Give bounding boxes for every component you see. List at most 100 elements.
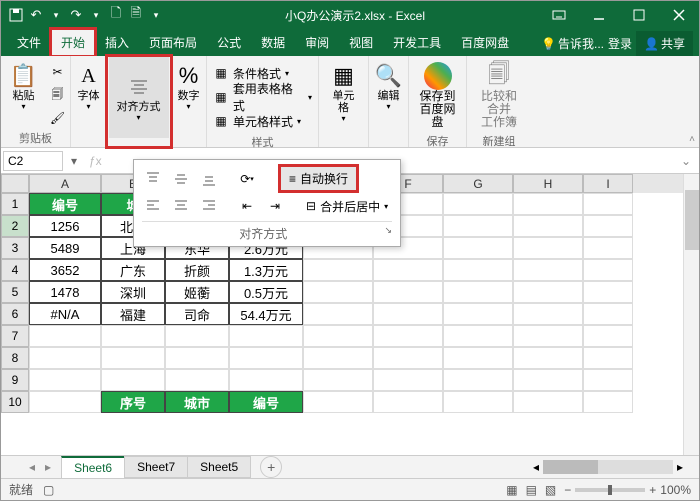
tab-review[interactable]: 审阅 bbox=[295, 29, 339, 56]
col-header[interactable]: I bbox=[583, 174, 633, 193]
cell[interactable] bbox=[373, 325, 443, 347]
cell[interactable] bbox=[29, 391, 101, 413]
cell[interactable] bbox=[583, 347, 633, 369]
cell[interactable] bbox=[165, 369, 229, 391]
cell[interactable]: 1256 bbox=[29, 215, 101, 237]
compare-merge-button[interactable]: 🗐 比较和合并工作簿 bbox=[473, 60, 525, 131]
cell[interactable]: 5489 bbox=[29, 237, 101, 259]
cell[interactable] bbox=[513, 391, 583, 413]
record-macro-icon[interactable]: ▢ bbox=[43, 483, 54, 497]
row-header[interactable]: 3 bbox=[1, 237, 29, 259]
cell[interactable] bbox=[443, 325, 513, 347]
cell[interactable] bbox=[583, 237, 633, 259]
tab-dev[interactable]: 开发工具 bbox=[383, 29, 451, 56]
row-header[interactable]: 6 bbox=[1, 303, 29, 325]
cell[interactable]: 广东 bbox=[101, 259, 165, 281]
merge-center-button[interactable]: ⊟合并后居中▾ bbox=[302, 196, 392, 217]
cell[interactable] bbox=[29, 347, 101, 369]
row-header[interactable]: 10 bbox=[1, 391, 29, 413]
cell[interactable]: 司命 bbox=[165, 303, 229, 325]
cell[interactable] bbox=[513, 281, 583, 303]
row-header[interactable]: 5 bbox=[1, 281, 29, 303]
cell[interactable] bbox=[303, 325, 373, 347]
chevron-down-icon[interactable]: ▾ bbox=[147, 6, 165, 24]
chevron-down-icon[interactable]: ▾ bbox=[87, 6, 105, 24]
increase-indent-icon[interactable]: ⇥ bbox=[264, 195, 286, 217]
cell[interactable] bbox=[583, 303, 633, 325]
cell[interactable] bbox=[443, 259, 513, 281]
cell[interactable] bbox=[443, 193, 513, 215]
wrap-text-button[interactable]: ≡自动换行 bbox=[280, 166, 357, 191]
cell[interactable] bbox=[373, 347, 443, 369]
cell[interactable] bbox=[101, 347, 165, 369]
cell[interactable] bbox=[373, 281, 443, 303]
orientation-icon[interactable]: ⟳▾ bbox=[236, 168, 258, 190]
cell[interactable] bbox=[373, 391, 443, 413]
dialog-launcher-icon[interactable]: ↘ bbox=[385, 225, 393, 236]
tab-layout[interactable]: 页面布局 bbox=[139, 29, 207, 56]
zoom-level[interactable]: 100% bbox=[660, 483, 691, 497]
cell[interactable]: 姬蘅 bbox=[165, 281, 229, 303]
tell-me[interactable]: 💡告诉我... bbox=[541, 35, 604, 52]
save-icon[interactable] bbox=[7, 6, 25, 24]
page-layout-icon[interactable]: ▤ bbox=[526, 483, 537, 497]
format-painter-icon[interactable]: 🖌 bbox=[48, 108, 68, 128]
scroll-thumb[interactable] bbox=[685, 190, 699, 250]
ribbon-options-icon[interactable] bbox=[539, 1, 579, 29]
cell[interactable] bbox=[303, 347, 373, 369]
cell[interactable]: 福建 bbox=[101, 303, 165, 325]
row-header[interactable]: 8 bbox=[1, 347, 29, 369]
zoom-slider[interactable] bbox=[575, 488, 645, 492]
new-icon[interactable]: 🗋 bbox=[107, 6, 125, 24]
align-right-icon[interactable] bbox=[198, 195, 220, 217]
cell[interactable]: 序号 bbox=[101, 391, 165, 413]
name-box[interactable] bbox=[3, 151, 63, 171]
select-all[interactable] bbox=[1, 174, 29, 193]
cell[interactable]: 深圳 bbox=[101, 281, 165, 303]
cell[interactable]: 0.5万元 bbox=[229, 281, 303, 303]
add-sheet-button[interactable]: + bbox=[260, 456, 282, 478]
tab-data[interactable]: 数据 bbox=[251, 29, 295, 56]
table-format-button[interactable]: ▦套用表格格式▾ bbox=[213, 86, 312, 108]
cell[interactable] bbox=[583, 369, 633, 391]
cell[interactable] bbox=[373, 369, 443, 391]
cell[interactable] bbox=[229, 347, 303, 369]
zoom-in-icon[interactable]: + bbox=[649, 483, 656, 497]
tab-baidu[interactable]: 百度网盘 bbox=[451, 29, 519, 56]
cell[interactable] bbox=[303, 259, 373, 281]
cell[interactable] bbox=[101, 369, 165, 391]
align-left-icon[interactable] bbox=[142, 195, 164, 217]
cell[interactable] bbox=[583, 391, 633, 413]
align-bottom-icon[interactable] bbox=[198, 168, 220, 190]
expand-formula-icon[interactable]: ⌄ bbox=[673, 154, 699, 168]
cell[interactable] bbox=[513, 325, 583, 347]
name-dropdown-icon[interactable]: ▾ bbox=[65, 154, 83, 168]
cell[interactable] bbox=[583, 281, 633, 303]
page-break-icon[interactable]: ▧ bbox=[545, 483, 556, 497]
cell[interactable] bbox=[583, 193, 633, 215]
sheet-tab[interactable]: Sheet5 bbox=[187, 456, 251, 478]
cell[interactable]: 3652 bbox=[29, 259, 101, 281]
row-header[interactable]: 7 bbox=[1, 325, 29, 347]
tab-nav-prev-icon[interactable]: ◂ bbox=[29, 460, 35, 474]
cut-icon[interactable]: ✂ bbox=[48, 62, 68, 82]
chevron-down-icon[interactable]: ▾ bbox=[47, 6, 65, 24]
cell[interactable] bbox=[303, 369, 373, 391]
decrease-indent-icon[interactable]: ⇤ bbox=[236, 195, 258, 217]
cell[interactable]: 城市 bbox=[165, 391, 229, 413]
cell-style-button[interactable]: ▦单元格样式▾ bbox=[213, 110, 312, 132]
cell[interactable] bbox=[373, 303, 443, 325]
collapse-ribbon-icon[interactable]: ˄ bbox=[689, 134, 695, 145]
redo-icon[interactable]: ↷ bbox=[67, 6, 85, 24]
cell[interactable]: 编号 bbox=[229, 391, 303, 413]
scroll-thumb[interactable] bbox=[543, 460, 598, 474]
paste-button[interactable]: 📋 粘贴 ▾ bbox=[4, 60, 44, 113]
cells-dropdown[interactable]: ▦ 单元格 ▾ bbox=[324, 60, 364, 125]
cell[interactable] bbox=[513, 259, 583, 281]
align-center-icon[interactable] bbox=[170, 195, 192, 217]
cell[interactable] bbox=[513, 303, 583, 325]
login-link[interactable]: 登录 bbox=[608, 35, 632, 52]
col-header[interactable]: H bbox=[513, 174, 583, 193]
vertical-scrollbar[interactable] bbox=[683, 174, 699, 455]
editing-dropdown[interactable]: 🔍 编辑 ▾ bbox=[369, 60, 409, 113]
